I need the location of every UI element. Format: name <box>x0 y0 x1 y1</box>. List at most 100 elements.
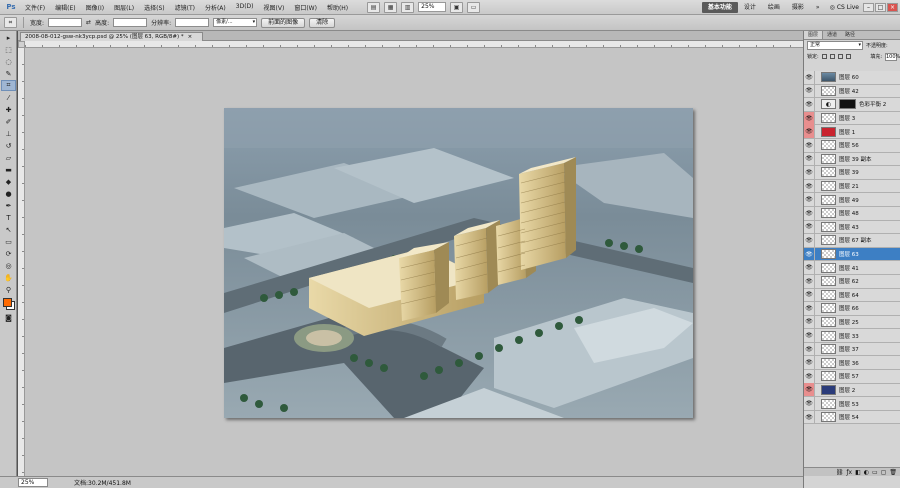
visibility-eye-icon[interactable]: 👁 <box>804 315 815 329</box>
visibility-eye-icon[interactable]: 👁 <box>804 152 815 166</box>
layer-thumbnail[interactable] <box>821 316 836 327</box>
layer-thumbnail[interactable] <box>821 181 836 192</box>
layer-thumbnail[interactable] <box>821 194 836 205</box>
front-image-button[interactable]: 前面的图像 <box>261 17 306 28</box>
menu-item[interactable]: 滤镜(T) <box>170 3 200 12</box>
layer-thumbnail[interactable] <box>821 72 836 83</box>
layer-row[interactable]: 👁 图层 39 <box>804 165 900 180</box>
layer-thumbnail[interactable] <box>821 276 836 287</box>
horizontal-ruler[interactable] <box>25 41 803 48</box>
shape-tool-icon[interactable]: ▭ <box>1 236 16 247</box>
delete-layer-icon[interactable]: 🗑 <box>889 469 897 476</box>
layer-row[interactable]: 👁 图层 2 <box>804 383 900 398</box>
blend-mode-select[interactable]: 正常 <box>807 41 863 50</box>
visibility-eye-icon[interactable]: 👁 <box>804 193 815 207</box>
layer-row[interactable]: 👁 ◐ 色彩平衡 2 <box>804 97 900 112</box>
layer-thumbnail[interactable] <box>821 303 836 314</box>
visibility-eye-icon[interactable]: 👁 <box>804 247 815 261</box>
menu-item[interactable]: 图层(L) <box>109 3 139 12</box>
layer-row[interactable]: 👁 图层 67 副本 <box>804 233 900 248</box>
visibility-eye-icon[interactable]: 👁 <box>804 356 815 370</box>
height-input[interactable] <box>113 18 148 27</box>
layer-row[interactable]: 👁 图层 64 <box>804 288 900 303</box>
visibility-eye-icon[interactable]: 👁 <box>804 125 815 139</box>
gradient-tool-icon[interactable]: ▬ <box>1 164 16 175</box>
dodge-tool-icon[interactable]: ● <box>1 188 16 199</box>
visibility-eye-icon[interactable]: 👁 <box>804 84 815 98</box>
fill-input[interactable]: 100% <box>885 52 900 61</box>
layer-row[interactable]: 👁 图层 3 <box>804 111 900 126</box>
link-layers-icon[interactable]: ⛓ <box>836 469 844 476</box>
layer-row[interactable]: 👁 图层 36 <box>804 356 900 371</box>
document-tab[interactable]: 2008-08-012-gsw-nk3ycp.psd @ 25% (图层 63,… <box>20 32 204 41</box>
layer-row[interactable]: 👁 图层 41 <box>804 261 900 275</box>
layer-thumbnail[interactable] <box>821 330 836 341</box>
layer-style-icon[interactable]: ƒx <box>846 469 852 476</box>
minimize-icon[interactable]: – <box>863 3 874 12</box>
visibility-eye-icon[interactable]: 👁 <box>804 233 815 247</box>
resolution-input[interactable] <box>175 18 210 27</box>
mini-bridge-icon[interactable]: ▦ <box>384 1 398 13</box>
layer-thumbnail[interactable] <box>821 153 836 164</box>
3d-orbit-tool-icon[interactable]: ◎ <box>1 260 16 271</box>
visibility-eye-icon[interactable]: 👁 <box>804 410 815 424</box>
clear-button[interactable]: 清除 <box>309 17 336 28</box>
layer-thumbnail[interactable] <box>821 113 836 124</box>
layer-thumbnail[interactable] <box>821 167 836 178</box>
brush-tool-icon[interactable]: ✐ <box>1 116 16 127</box>
visibility-eye-icon[interactable]: 👁 <box>804 288 815 302</box>
quick-mask-icon[interactable]: ◙ <box>1 312 16 323</box>
visibility-eye-icon[interactable]: 👁 <box>804 329 815 343</box>
lock-all-icon[interactable] <box>845 54 851 59</box>
layer-row[interactable]: 👁 图层 33 <box>804 329 900 343</box>
layer-thumbnail[interactable] <box>821 262 836 273</box>
menu-item[interactable]: 选择(S) <box>139 3 170 12</box>
layer-row[interactable]: 👁 图层 60 <box>804 71 900 85</box>
close-icon[interactable]: × <box>887 3 898 12</box>
ruler-origin[interactable] <box>18 41 25 48</box>
menu-item[interactable]: 编辑(E) <box>50 3 80 12</box>
panel-tab[interactable]: 通道 <box>823 31 841 39</box>
screen-mode-icon[interactable]: ▭ <box>467 1 481 13</box>
layer-row[interactable]: 👁 图层 57 <box>804 369 900 384</box>
new-group-icon[interactable]: ▭ <box>872 469 878 476</box>
new-layer-icon[interactable]: ▢ <box>881 469 887 476</box>
add-mask-icon[interactable]: ◧ <box>855 469 861 476</box>
layer-row[interactable]: 👁 图层 21 <box>804 179 900 194</box>
vertical-ruler[interactable] <box>18 48 25 476</box>
visibility-eye-icon[interactable]: 👁 <box>804 179 815 193</box>
visibility-eye-icon[interactable]: 👁 <box>804 274 815 288</box>
layer-thumbnail[interactable] <box>821 384 836 395</box>
adjustment-layer-icon[interactable]: ◐ <box>821 99 836 110</box>
canvas-area[interactable] <box>25 48 803 476</box>
foreground-color-swatch[interactable] <box>3 298 12 307</box>
view-extras-icon[interactable]: ▥ <box>401 1 415 13</box>
layer-row[interactable]: 👁 图层 43 <box>804 220 900 235</box>
layer-thumbnail[interactable] <box>821 357 836 368</box>
menu-item[interactable]: 分析(A) <box>200 3 231 12</box>
layer-row[interactable]: 👁 图层 25 <box>804 315 900 330</box>
lasso-tool-icon[interactable]: ◌ <box>1 56 16 67</box>
layer-row[interactable]: 👁 图层 56 <box>804 138 900 153</box>
workspace-button[interactable]: 摄影 <box>786 2 810 13</box>
layer-thumbnail[interactable] <box>821 398 836 409</box>
visibility-eye-icon[interactable]: 👁 <box>804 111 815 125</box>
layer-row[interactable]: 👁 图层 63 <box>804 247 900 262</box>
layer-thumbnail[interactable] <box>821 412 836 423</box>
history-brush-tool-icon[interactable]: ↺ <box>1 140 16 151</box>
menu-item[interactable]: 帮助(H) <box>322 3 353 12</box>
close-tab-icon[interactable]: × <box>188 34 193 40</box>
layer-thumbnail[interactable] <box>821 221 836 232</box>
layer-thumbnail[interactable] <box>821 235 836 246</box>
move-tool-icon[interactable]: ▸ <box>1 32 16 43</box>
layer-thumbnail[interactable] <box>821 344 836 355</box>
marquee-tool-icon[interactable]: ⬚ <box>1 44 16 55</box>
healing-brush-tool-icon[interactable]: ✚ <box>1 104 16 115</box>
panel-tab[interactable]: 图层 <box>804 31 824 39</box>
visibility-eye-icon[interactable]: 👁 <box>804 369 815 383</box>
document-size-info[interactable]: 文档:30.2M/451.8M <box>74 478 131 487</box>
adjustment-layer-icon[interactable]: ◐ <box>864 469 869 476</box>
layer-thumbnail[interactable] <box>821 371 836 382</box>
visibility-eye-icon[interactable]: 👁 <box>804 97 815 111</box>
blur-tool-icon[interactable]: ◆ <box>1 176 16 187</box>
